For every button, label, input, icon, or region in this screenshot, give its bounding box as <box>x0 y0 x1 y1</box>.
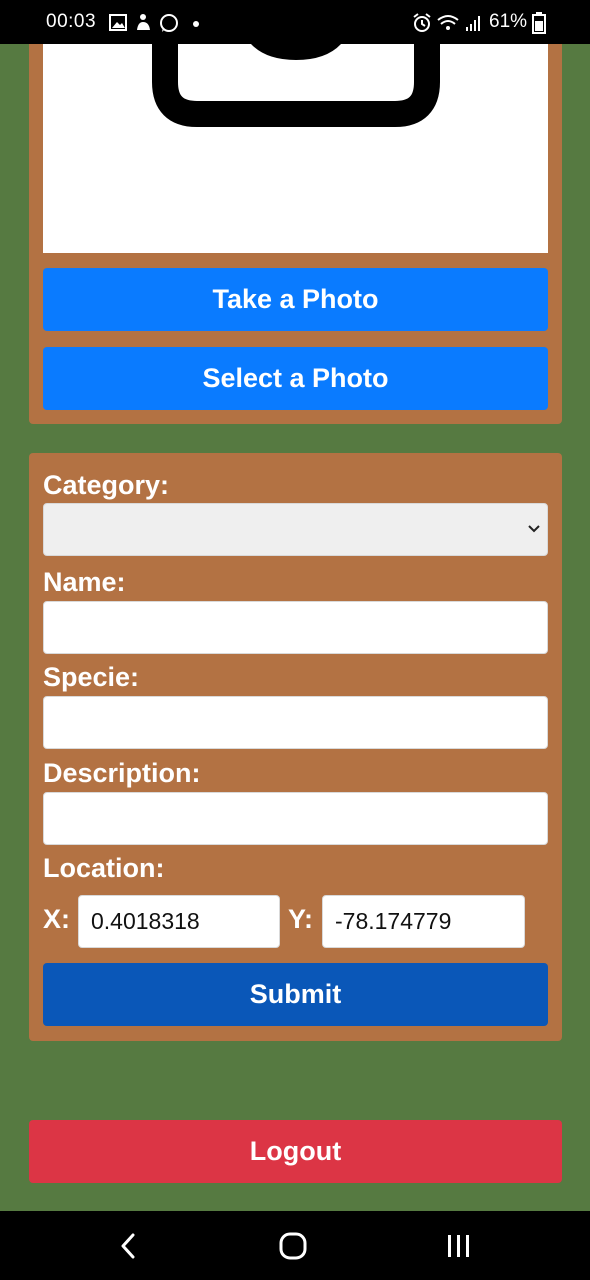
camera-icon <box>152 44 440 127</box>
select-photo-button[interactable]: Select a Photo <box>43 347 548 410</box>
photo-preview <box>43 44 548 253</box>
status-time: 00:03 <box>46 11 97 32</box>
recents-icon[interactable] <box>442 1229 476 1263</box>
system-icons <box>413 13 480 32</box>
signal-icon <box>466 16 480 31</box>
x-coordinate-input[interactable]: 0.4018318 <box>78 895 280 948</box>
notification-icons <box>109 14 199 32</box>
specie-label: Specie: <box>43 662 140 692</box>
description-input[interactable] <box>43 792 548 845</box>
whatsapp-icon <box>160 14 178 32</box>
y-coordinate-input[interactable]: -78.174779 <box>322 895 525 948</box>
image-icon <box>109 14 127 31</box>
description-label: Description: <box>43 758 201 788</box>
alarm-icon <box>413 13 431 32</box>
chevron-down-icon <box>528 525 540 533</box>
fitness-icon <box>137 14 150 30</box>
submit-button[interactable]: Submit <box>43 963 548 1026</box>
status-bar: 00:03 61% <box>0 0 590 44</box>
navigation-bar <box>0 1211 590 1280</box>
category-label: Category: <box>43 470 170 500</box>
dot-icon <box>193 21 199 27</box>
specie-input[interactable] <box>43 696 548 749</box>
name-label: Name: <box>43 567 126 597</box>
battery-percent: 61% <box>489 11 528 32</box>
back-icon[interactable] <box>111 1229 145 1263</box>
battery-icon <box>532 12 546 34</box>
home-icon[interactable] <box>276 1229 310 1263</box>
location-label: Location: <box>43 853 165 883</box>
y-label: Y: <box>288 904 313 934</box>
take-photo-button[interactable]: Take a Photo <box>43 268 548 331</box>
x-label: X: <box>43 904 70 934</box>
logout-button[interactable]: Logout <box>29 1120 562 1183</box>
wifi-icon <box>437 15 459 30</box>
category-select[interactable] <box>43 503 548 556</box>
name-input[interactable] <box>43 601 548 654</box>
